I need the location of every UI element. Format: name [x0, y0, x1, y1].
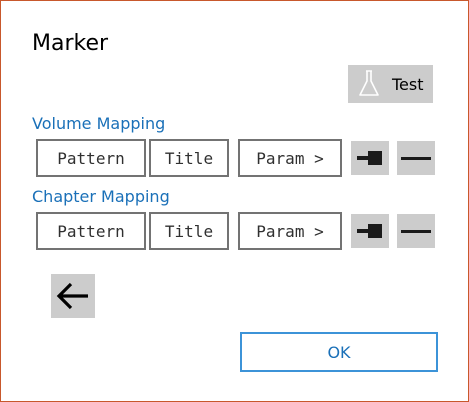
chapter-mapping-label: Chapter Mapping: [32, 187, 170, 206]
volume-connect-button[interactable]: [351, 141, 389, 175]
chapter-param-field[interactable]: Param >: [238, 212, 342, 250]
chapter-remove-button[interactable]: [397, 214, 435, 248]
volume-remove-button[interactable]: [397, 141, 435, 175]
volume-mapping-label: Volume Mapping: [32, 114, 166, 133]
back-button[interactable]: [51, 274, 95, 318]
chapter-connect-button[interactable]: [351, 214, 389, 248]
connector-icon: [357, 151, 382, 165]
back-arrow-icon: [56, 282, 88, 310]
chapter-title-field[interactable]: Title: [149, 212, 229, 250]
minus-icon: [401, 157, 431, 160]
chapter-pattern-field[interactable]: Pattern: [36, 212, 146, 250]
dialog-title: Marker: [32, 31, 109, 56]
marker-dialog: Marker Test Volume Mapping Pattern Title…: [0, 0, 469, 402]
flask-icon: [359, 70, 379, 96]
volume-param-field[interactable]: Param >: [238, 139, 342, 177]
volume-pattern-field[interactable]: Pattern: [36, 139, 146, 177]
connector-icon: [357, 224, 382, 238]
volume-title-field[interactable]: Title: [149, 139, 229, 177]
test-button[interactable]: Test: [348, 65, 433, 103]
test-button-label: Test: [392, 74, 424, 94]
ok-button[interactable]: OK: [240, 332, 438, 372]
minus-icon: [401, 230, 431, 233]
